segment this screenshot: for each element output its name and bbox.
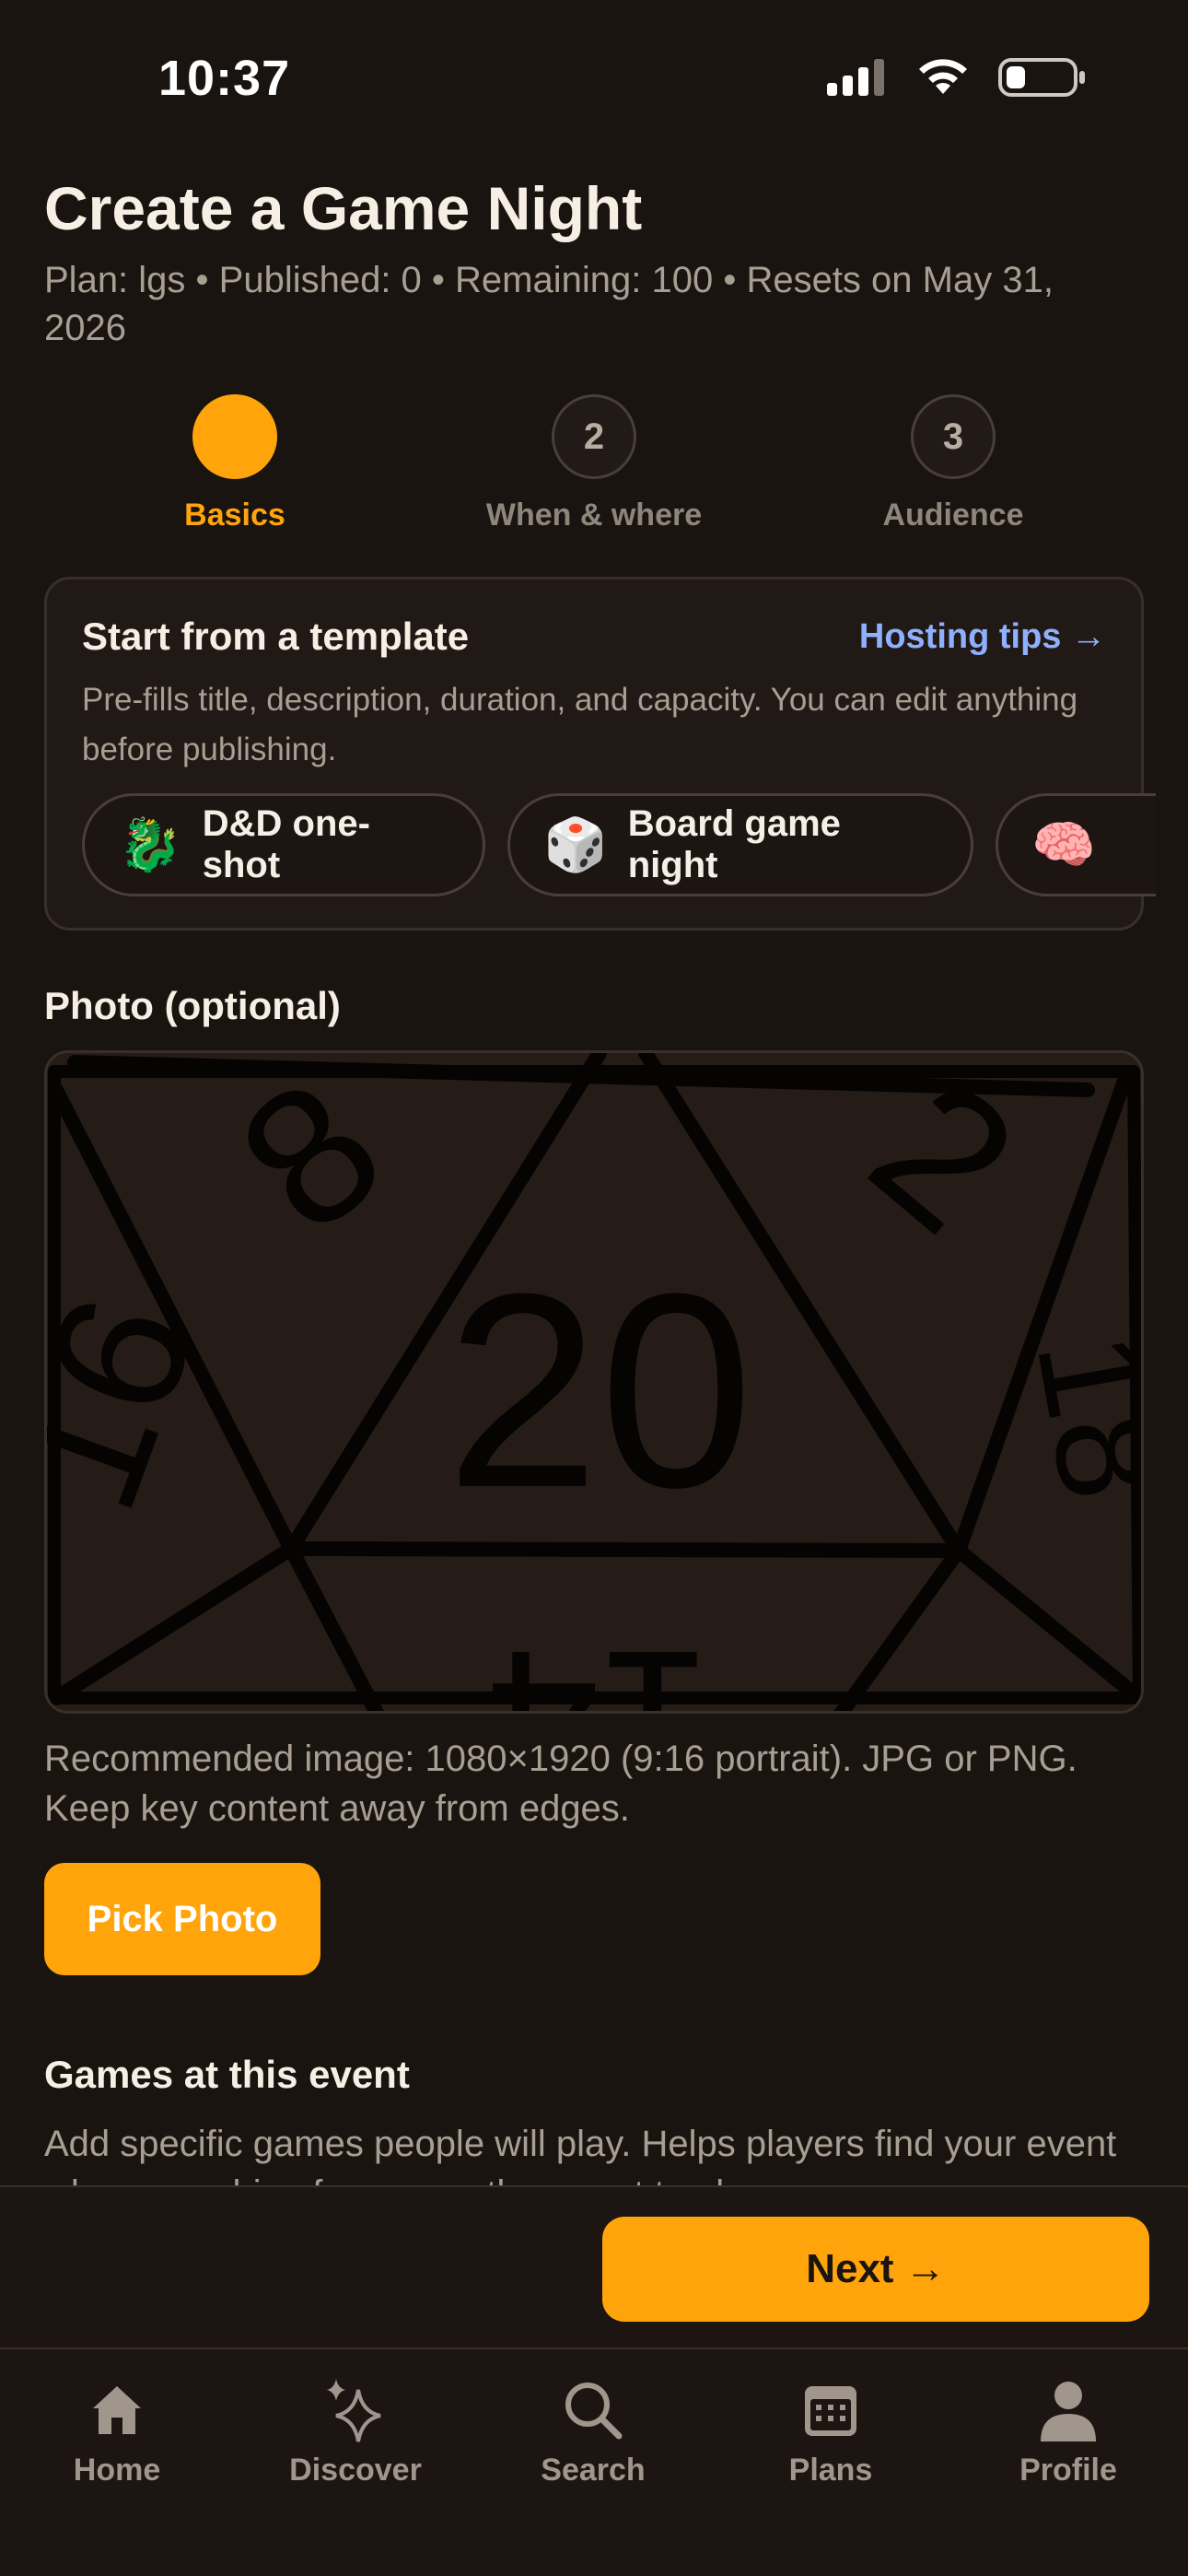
status-bar: 10:37 — [0, 0, 1188, 157]
tab-label: Plans — [788, 2453, 873, 2488]
next-button[interactable]: Next → — [602, 2217, 1149, 2322]
template-description: Pre-fills title, description, duration, … — [82, 682, 1078, 767]
step-number: 3 — [911, 394, 996, 479]
hosting-tips-link[interactable]: Hosting tips → — [859, 617, 1106, 657]
tab-label: Home — [73, 2453, 161, 2488]
tab-profile[interactable]: Profile — [967, 2373, 1170, 2488]
status-icons — [827, 57, 1087, 98]
step-indicator-active — [192, 394, 277, 479]
home-icon — [93, 2386, 141, 2434]
tab-search[interactable]: Search — [492, 2373, 694, 2488]
status-time: 10:37 — [158, 51, 291, 106]
battery-icon — [998, 58, 1085, 97]
games-description: Add specific games people will play. Hel… — [44, 2124, 1117, 2185]
tab-discover[interactable]: Discover — [254, 2373, 457, 2488]
footer-bar: Next → — [0, 2185, 1188, 2348]
template-chip-trivia[interactable]: 🧠 — [996, 793, 1156, 896]
dragon-icon: 🐉 — [118, 815, 182, 873]
chip-label: Board game night — [627, 803, 841, 885]
tab-plans[interactable]: Plans — [729, 2373, 932, 2488]
chip-label: D&D one-shot — [202, 803, 370, 885]
tab-label: Search — [541, 2453, 646, 2488]
step-label: Basics — [184, 498, 285, 533]
wifi-icon — [919, 59, 967, 94]
tab-home[interactable]: Home — [16, 2373, 218, 2488]
template-chip-row[interactable]: 🐉 D&D one-shot 🎲 Board game night 🧠 — [82, 793, 1156, 900]
plan-meta: Plan: lgs • Published: 0 • Remaining: 10… — [44, 260, 1054, 348]
person-icon — [1041, 2382, 1096, 2441]
step-number: 2 — [552, 394, 636, 479]
die-number-bottom: 14 — [487, 1609, 713, 1714]
tab-bar: Home Discover Search Plans Profile — [0, 2348, 1188, 2576]
stepper: Basics 2 When & where 3 Audience — [0, 394, 1188, 542]
page-header: Create a Game Night Plan: lgs • Publishe… — [44, 157, 1144, 352]
brain-icon: 🧠 — [1031, 815, 1096, 873]
photo-section-title: Photo (optional) — [44, 984, 341, 1027]
template-title: Start from a template — [82, 615, 470, 658]
step-when-where[interactable]: 2 When & where — [447, 394, 741, 533]
dice-icon: 🎲 — [543, 815, 608, 873]
d20-die-image: 20 8 2 16 18 14 — [47, 1053, 1141, 1714]
template-chip-board-game[interactable]: 🎲 Board game night — [507, 793, 973, 896]
photo-hint: Recommended image: 1080×1920 (9:16 portr… — [44, 1739, 1077, 1829]
step-audience[interactable]: 3 Audience — [806, 394, 1101, 533]
pick-photo-button[interactable]: Pick Photo — [44, 1863, 320, 1975]
cellular-signal-icon — [827, 59, 884, 96]
games-section-title: Games at this event — [44, 2053, 410, 2096]
die-number-center: 20 — [446, 1235, 753, 1545]
step-label: When & where — [485, 498, 703, 533]
calendar-icon — [805, 2386, 856, 2436]
search-icon — [565, 2383, 623, 2440]
tab-label: Discover — [289, 2453, 422, 2488]
step-label: Audience — [882, 498, 1024, 533]
photo-preview[interactable]: 20 8 2 16 18 14 — [44, 1050, 1144, 1714]
template-card: Start from a template Hosting tips → Pre… — [44, 577, 1156, 931]
template-chip-dnd[interactable]: 🐉 D&D one-shot — [82, 793, 485, 896]
sparkle-icon — [327, 2379, 381, 2442]
step-basics[interactable]: Basics — [87, 394, 382, 533]
page-title: Create a Game Night — [44, 174, 643, 242]
tab-label: Profile — [1019, 2453, 1117, 2488]
